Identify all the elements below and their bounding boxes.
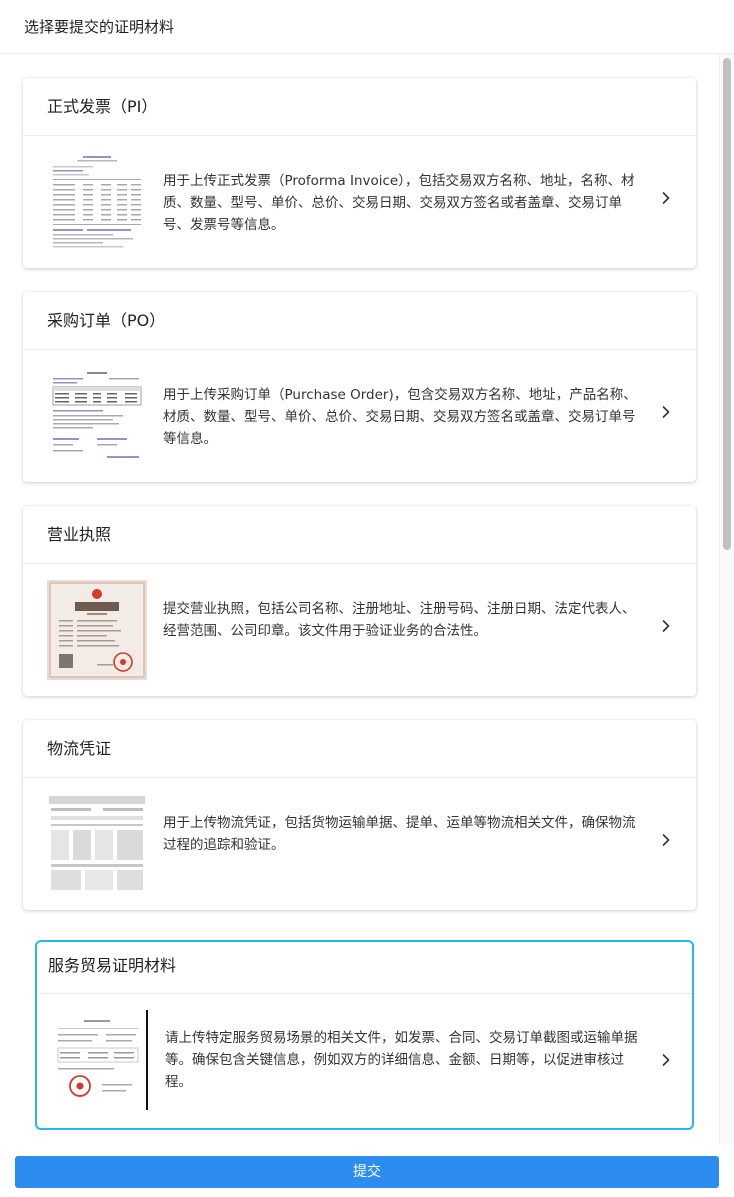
card-business-license[interactable]: 营业执照 提交营业执照，包括公司名称、注册地址、注册号码、注册日期、法定代表人、… [23,506,696,696]
divider [23,135,696,136]
card-title: 正式发票（PI） [47,97,158,116]
footer-bar: 提交 [0,1145,734,1197]
card-purchase-order[interactable]: 采购订单（PO） 用于上传采购订单（Purchase Order)，包含交易双方… [23,292,696,482]
card-title: 营业执照 [47,525,112,544]
divider [23,563,696,564]
card-title: 物流凭证 [47,739,112,758]
purchase-order-document-thumbnail [47,366,147,466]
material-list[interactable]: 正式发票（PI） 用于上传正式发票（Proforma Invoice），包括交易… [0,54,734,1145]
divider [23,777,696,778]
divider [23,349,696,350]
chevron-right-icon[interactable] [659,618,673,632]
chevron-right-icon[interactable] [659,1052,673,1066]
card-description: 用于上传采购订单（Purchase Order)，包含交易双方名称、地址，产品名… [163,387,637,447]
page-title: 选择要提交的证明材料 [24,18,175,36]
service-trade-document-thumbnail [48,1010,148,1110]
business-license-thumbnail [47,580,147,680]
card-description: 提交营业执照，包括公司名称、注册地址、注册号码、注册日期、法定代表人、经营范围、… [163,601,636,639]
chevron-right-icon[interactable] [659,404,673,418]
divider [37,993,692,994]
chevron-right-icon[interactable] [659,832,673,846]
submit-button[interactable]: 提交 [15,1156,719,1188]
card-description: 用于上传正式发票（Proforma Invoice），包括交易双方名称、地址，名… [163,173,635,233]
card-logistics-proof[interactable]: 物流凭证 用于上传物流凭证，包括货物运输单据、提单、运单等物流相关文件，确保物流… [23,720,696,910]
card-service-trade-proof[interactable]: 服务贸易证明材料 请上传特定服务贸易场景的相关文件，如发票、合同、交易订单截图或… [35,940,694,1130]
scrollbar-thumb[interactable] [723,58,731,550]
top-bar: 选择要提交的证明材料 [0,0,734,54]
chevron-right-icon[interactable] [659,190,673,204]
text-cursor-bar [146,1010,148,1110]
card-description: 用于上传物流凭证，包括货物运输单据、提单、运单等物流相关文件，确保物流过程的追踪… [163,815,636,853]
invoice-document-thumbnail [47,152,147,252]
logistics-document-thumbnail [47,794,147,894]
card-title: 服务贸易证明材料 [48,956,177,975]
card-proforma-invoice[interactable]: 正式发票（PI） 用于上传正式发票（Proforma Invoice），包括交易… [23,78,696,268]
card-description: 请上传特定服务贸易场景的相关文件，如发票、合同、交易订单截图或运输单据等。确保包… [165,1030,638,1090]
card-title: 采购订单（PO） [47,311,166,330]
